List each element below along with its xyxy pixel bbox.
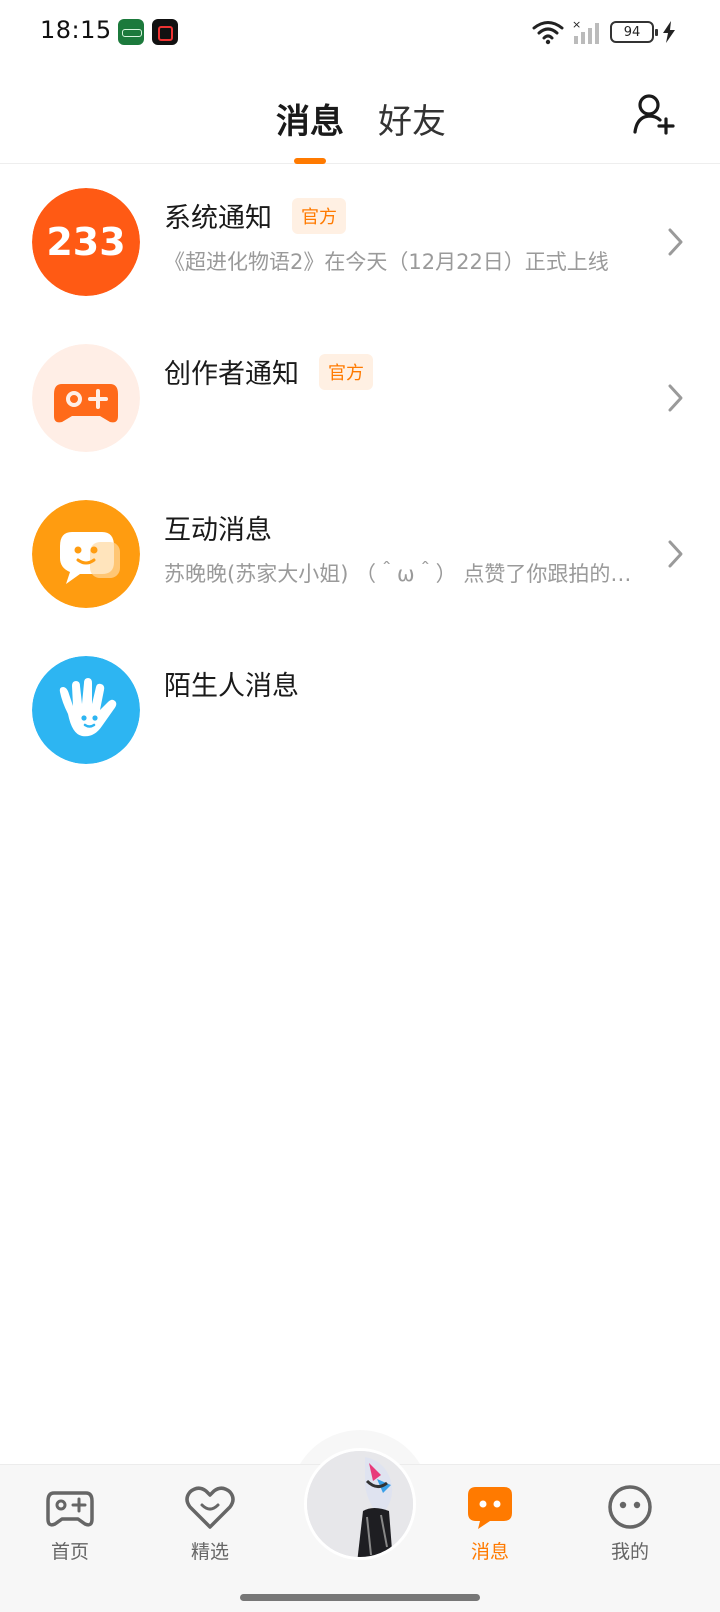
msg-title: 创作者通知 [164, 359, 299, 390]
nav-item-messages[interactable]: 消息 [440, 1483, 540, 1564]
tab-friends[interactable]: 好友 [378, 94, 446, 143]
face-icon [608, 1485, 652, 1529]
nav-label: 我的 [610, 1541, 649, 1563]
tab-messages[interactable]: 消息 [276, 94, 344, 143]
nav-label: 消息 [470, 1541, 509, 1563]
official-badge: 官方 [319, 353, 373, 390]
chevron-right-icon [668, 384, 683, 412]
wifi-icon [532, 21, 564, 45]
nav-item-featured[interactable]: 精选 [160, 1483, 260, 1564]
tab-indicator [294, 158, 326, 164]
heart-smile-icon [185, 1486, 235, 1529]
list-item-creator-notice[interactable]: 创作者通知 官方 [0, 322, 720, 478]
battery-icon: 94 [610, 21, 658, 43]
oppo-app-icon [118, 19, 144, 45]
chevron-right-icon [668, 540, 683, 568]
list-item-stranger[interactable]: 陌生人消息 [0, 634, 720, 790]
msg-title-row: 创作者通知 官方 [164, 352, 373, 391]
nav-item-home[interactable]: 首页 [20, 1483, 120, 1564]
msg-title-row: 互动消息 [164, 508, 272, 547]
msg-title-row: 系统通知 官方 [164, 196, 346, 235]
status-indicators: × 94 [532, 18, 676, 46]
nav-label: 首页 [50, 1541, 89, 1563]
screen-recorder-icon [152, 19, 178, 45]
signal-icon: × [572, 19, 599, 44]
gamepad-plus-icon [32, 344, 140, 452]
msg-title-row: 陌生人消息 [164, 664, 299, 703]
character-avatar[interactable] [304, 1448, 416, 1560]
status-time: 18:15 [40, 16, 112, 44]
header: 消息 好友 [0, 64, 720, 164]
svg-text:×: × [572, 19, 581, 31]
chat-bubble-icon [32, 500, 140, 608]
message-list: 233 系统通知 官方 《超进化物语2》在今天（12月22日）正式上线 创作者通… [0, 166, 720, 790]
msg-title: 陌生人消息 [164, 671, 299, 702]
233-logo-icon: 233 [32, 188, 140, 296]
official-badge: 官方 [292, 197, 346, 234]
msg-title: 互动消息 [164, 515, 272, 546]
svg-text:233: 233 [46, 220, 125, 264]
msg-title: 系统通知 [164, 203, 272, 234]
charging-bolt-icon [663, 21, 675, 43]
home-indicator[interactable] [240, 1594, 480, 1601]
chevron-right-icon [668, 228, 683, 256]
add-friend-icon[interactable] [632, 92, 676, 136]
msg-preview: 《超进化物语2》在今天（12月22日）正式上线 [164, 250, 609, 274]
list-item-interaction[interactable]: 互动消息 苏晚晚(苏家大小姐) （＾ω＾） 点赞了你跟拍的作品 [0, 478, 720, 634]
nav-item-profile[interactable]: 我的 [580, 1483, 680, 1564]
list-item-system-notice[interactable]: 233 系统通知 官方 《超进化物语2》在今天（12月22日）正式上线 [0, 166, 720, 322]
nav-label: 精选 [190, 1541, 229, 1563]
gamepad-icon [46, 1491, 94, 1527]
waving-hand-icon [32, 656, 140, 764]
status-bar: 18:15 × 94 [0, 0, 720, 64]
message-icon [468, 1487, 512, 1529]
msg-preview: 苏晚晚(苏家大小姐) （＾ω＾） 点赞了你跟拍的作品 [164, 562, 634, 586]
